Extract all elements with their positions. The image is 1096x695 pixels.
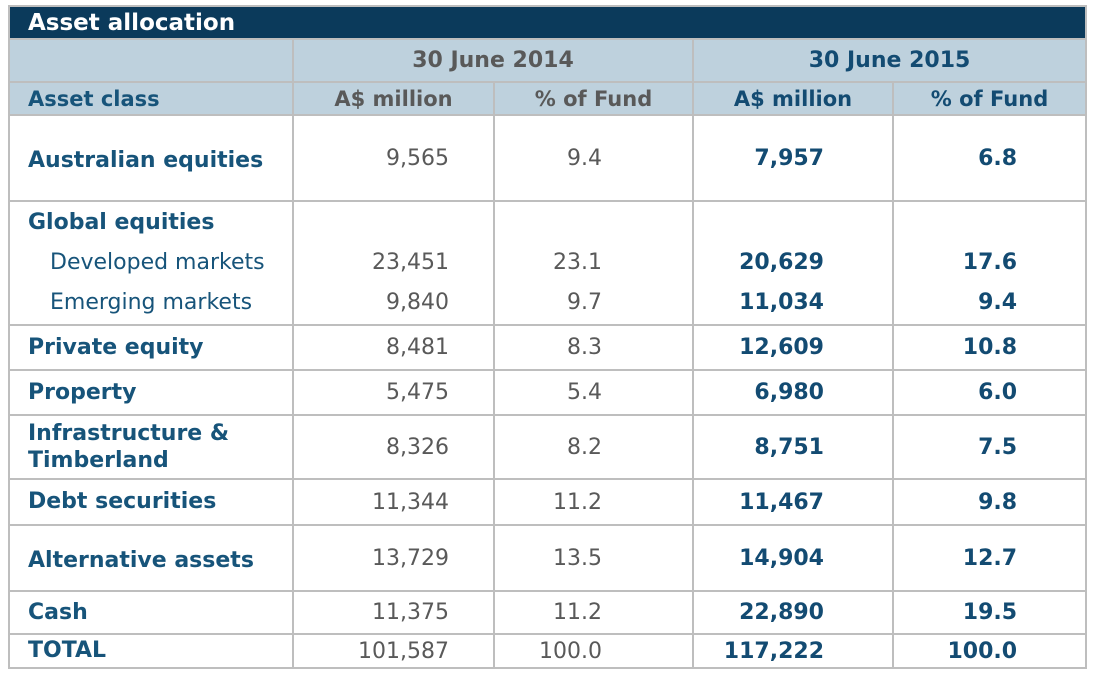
document-page: Asset allocation 30 June 2014 30 June 20… [0,0,1096,695]
value-2014-percent: 100.0 [494,634,693,668]
table-row-total: TOTAL 101,587 100.0 117,222 100.0 [9,634,1086,668]
value-2014-amount: 13,729 [293,525,494,591]
value-2015-percent: 17.6 9.4 [893,201,1086,325]
value-2014-amount: 9,565 [293,115,494,201]
asset-class-label: Infrastructure & Timberland [9,415,293,479]
table-row: Infrastructure & Timberland 8,326 8.2 8,… [9,415,1086,479]
sub-label: Emerging markets [28,283,291,323]
value-2015-amount: 22,890 [693,591,893,634]
value-2015-percent: 12.7 [893,525,1086,591]
value-2014-amount: 8,481 [293,325,494,370]
period-header-2014: 30 June 2014 [293,39,693,82]
table-row: Cash 11,375 11.2 22,890 19.5 [9,591,1086,634]
value-2015-amount: 14,904 [693,525,893,591]
period-header-row: 30 June 2014 30 June 2015 [9,39,1086,82]
column-header-row: Asset class A$ million % of Fund A$ mill… [9,82,1086,115]
period-header-2015: 30 June 2015 [693,39,1086,82]
value-2014-percent: 11.2 [494,591,693,634]
column-header-amount-2014: A$ million [293,82,494,115]
table-row: Property 5,475 5.4 6,980 6.0 [9,370,1086,415]
table-row: Alternative assets 13,729 13.5 14,904 12… [9,525,1086,591]
column-header-amount-2015: A$ million [693,82,893,115]
value-2015-amount: 117,222 [693,634,893,668]
table-row: Australian equities 9,565 9.4 7,957 6.8 [9,115,1086,201]
asset-class-label: TOTAL [9,634,293,668]
column-header-asset-class: Asset class [9,82,293,115]
group-label: Global equities [28,203,291,243]
value-2015-percent: 7.5 [893,415,1086,479]
value-2015-amount: 7,957 [693,115,893,201]
value-2014-amount: 5,475 [293,370,494,415]
asset-class-label: Property [9,370,293,415]
value-2015-amount: 12,609 [693,325,893,370]
asset-allocation-table: Asset allocation 30 June 2014 30 June 20… [8,5,1087,669]
table-title-row: Asset allocation [9,6,1086,39]
value-2014-amount: 11,344 [293,479,494,525]
table-row: Private equity 8,481 8.3 12,609 10.8 [9,325,1086,370]
sub-label: Developed markets [28,243,291,283]
asset-class-group-labels: Global equities Developed markets Emergi… [9,201,293,325]
value-2014-percent: 8.3 [494,325,693,370]
column-header-percent-2015: % of Fund [893,82,1086,115]
value-2015-percent: 100.0 [893,634,1086,668]
value-2015-percent: 10.8 [893,325,1086,370]
asset-class-label: Australian equities [9,115,293,201]
value-2014-percent: 9.4 [494,115,693,201]
value-2014-amount: 101,587 [293,634,494,668]
column-header-percent-2014: % of Fund [494,82,693,115]
value-2014-percent: 11.2 [494,479,693,525]
value-2014-amount: 11,375 [293,591,494,634]
value-2015-amount: 8,751 [693,415,893,479]
asset-class-label: Alternative assets [9,525,293,591]
table-row-group: Global equities Developed markets Emergi… [9,201,1086,325]
table-title: Asset allocation [9,6,1086,39]
asset-class-label: Debt securities [9,479,293,525]
value-2014-amount: 23,451 9,840 [293,201,494,325]
value-2014-amount: 8,326 [293,415,494,479]
spacer-cell [9,39,293,82]
value-2014-percent: 13.5 [494,525,693,591]
value-2014-percent: 23.1 9.7 [494,201,693,325]
asset-class-label: Cash [9,591,293,634]
value-2014-percent: 8.2 [494,415,693,479]
value-2015-percent: 19.5 [893,591,1086,634]
table-row: Debt securities 11,344 11.2 11,467 9.8 [9,479,1086,525]
value-2015-amount: 20,629 11,034 [693,201,893,325]
value-2014-percent: 5.4 [494,370,693,415]
value-2015-amount: 6,980 [693,370,893,415]
value-2015-percent: 6.0 [893,370,1086,415]
asset-class-label: Private equity [9,325,293,370]
value-2015-amount: 11,467 [693,479,893,525]
value-2015-percent: 9.8 [893,479,1086,525]
value-2015-percent: 6.8 [893,115,1086,201]
